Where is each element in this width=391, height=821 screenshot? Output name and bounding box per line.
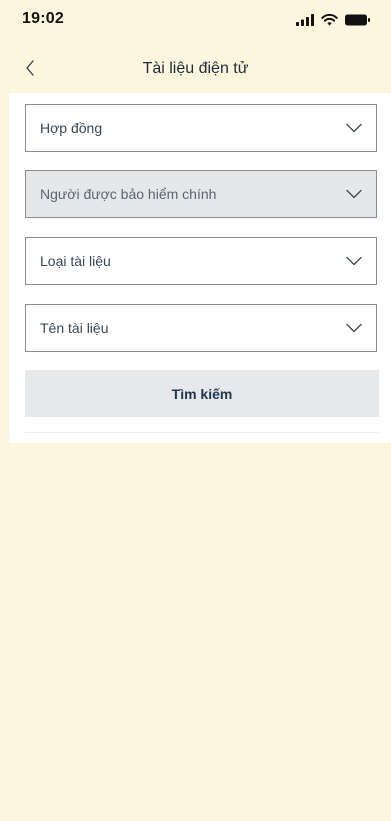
wifi-icon bbox=[321, 13, 338, 31]
battery-icon bbox=[345, 13, 371, 31]
page-title: Tài liệu điện tử bbox=[142, 60, 249, 77]
divider bbox=[25, 432, 379, 433]
contract-select-label: Hợp đồng bbox=[40, 120, 103, 136]
chevron-down-icon bbox=[346, 123, 362, 133]
signal-icon bbox=[296, 13, 314, 31]
status-icons bbox=[296, 13, 371, 31]
nav-bar: Tài liệu điện tử bbox=[0, 50, 391, 90]
main-insured-select-label: Người được bảo hiểm chính bbox=[40, 186, 217, 202]
search-button[interactable]: Tìm kiếm bbox=[25, 370, 379, 417]
status-bar: 19:02 bbox=[0, 0, 391, 40]
chevron-down-icon bbox=[346, 323, 362, 333]
contract-select[interactable]: Hợp đồng bbox=[25, 104, 377, 152]
chevron-down-icon bbox=[346, 256, 362, 266]
document-type-select-label: Loại tài liệu bbox=[40, 253, 111, 269]
content-panel: Hợp đồng Người được bảo hiểm chính Loại … bbox=[9, 93, 391, 443]
document-name-select-label: Tên tài liệu bbox=[40, 320, 109, 336]
status-time: 19:02 bbox=[22, 10, 64, 27]
document-name-select[interactable]: Tên tài liệu bbox=[25, 304, 377, 352]
chevron-down-icon bbox=[346, 189, 362, 199]
main-insured-select[interactable]: Người được bảo hiểm chính bbox=[25, 170, 377, 218]
document-type-select[interactable]: Loại tài liệu bbox=[25, 237, 377, 285]
